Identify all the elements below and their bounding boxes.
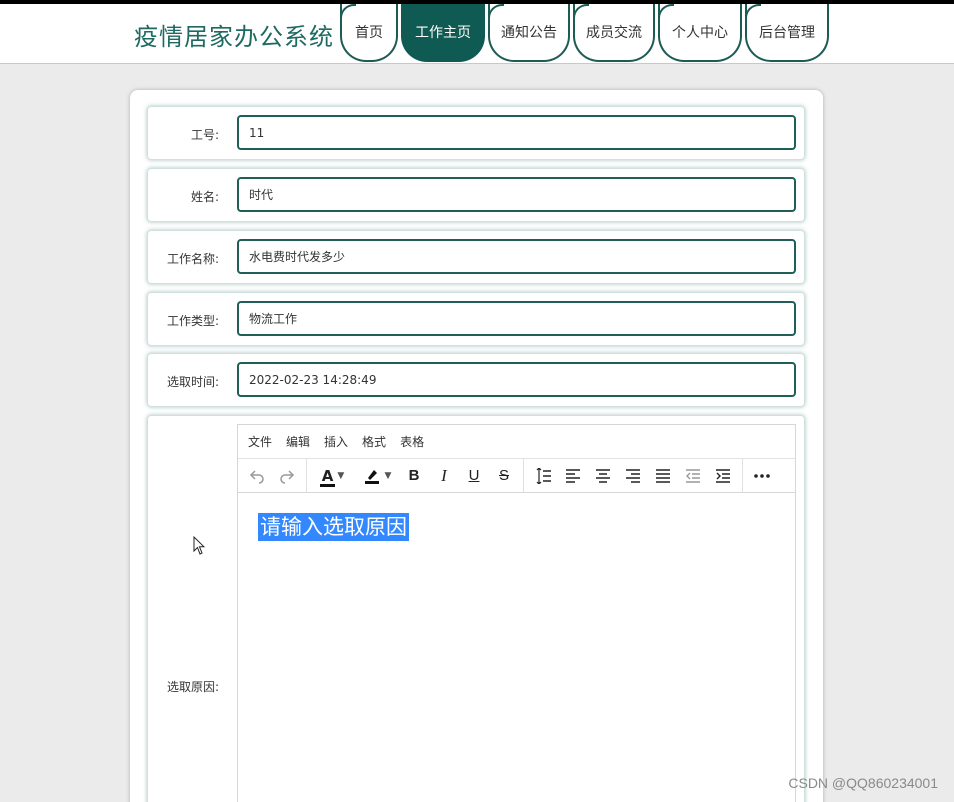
menu-table[interactable]: 表格	[400, 433, 424, 450]
nav-tab-home[interactable]: 首页	[340, 4, 398, 62]
job-type-input[interactable]: 物流工作	[237, 301, 796, 336]
watermark: CSDN @QQ860234001	[788, 775, 938, 791]
reason-label: 选取原因:	[166, 680, 219, 694]
undo-icon[interactable]	[242, 462, 272, 490]
nav-tab-label: 后台管理	[759, 25, 815, 41]
form-row-select-time: 选取时间: 2022-02-23 14:28:49	[147, 353, 805, 407]
nav-tab-label: 通知公告	[501, 25, 557, 41]
nav-tab-notices[interactable]: 通知公告	[488, 4, 570, 62]
job-id-label: 工号:	[190, 128, 219, 142]
chevron-down-icon: ▼	[384, 470, 392, 481]
name-value: 时代	[249, 188, 274, 202]
menu-format[interactable]: 格式	[362, 433, 386, 450]
nav-tab-profile[interactable]: 个人中心	[658, 4, 742, 62]
job-id-value: 11	[249, 125, 265, 140]
indent-icon[interactable]	[708, 462, 738, 490]
job-type-label: 工作类型:	[166, 314, 219, 328]
reason-placeholder-text: 请输入选取原因	[258, 513, 409, 541]
form-row-name: 姓名: 时代	[147, 168, 805, 222]
align-left-icon[interactable]	[558, 462, 588, 490]
select-time-value: 2022-02-23 14:28:49	[249, 372, 377, 387]
editor-content-area[interactable]: 请输入选取原因	[238, 493, 795, 561]
job-name-label: 工作名称:	[166, 252, 219, 266]
bold-icon[interactable]: B	[399, 462, 429, 490]
job-id-input[interactable]: 11	[237, 115, 796, 150]
align-center-icon[interactable]	[588, 462, 618, 490]
nav-tab-label: 个人中心	[672, 25, 728, 41]
line-height-icon[interactable]	[528, 462, 558, 490]
editor-menubar: 文件 编辑 插入 格式 表格	[238, 425, 795, 459]
chevron-down-icon: ▼	[337, 470, 345, 481]
nav-tab-label: 成员交流	[586, 25, 642, 41]
form-row-reason: 选取原因: 文件 编辑 插入 格式 表格 A ▼ ▼ B I U S 请输入选取…	[147, 415, 805, 802]
form-row-job-id: 工号: 11	[147, 106, 805, 160]
rich-text-editor: 文件 编辑 插入 格式 表格 A ▼ ▼ B I U S 请输入选取原因	[237, 424, 796, 802]
redo-icon[interactable]	[272, 462, 302, 490]
select-time-label: 选取时间:	[166, 375, 219, 389]
menu-insert[interactable]: 插入	[324, 433, 348, 450]
menu-edit[interactable]: 编辑	[286, 433, 310, 450]
select-time-input[interactable]: 2022-02-23 14:28:49	[237, 362, 796, 397]
nav-tab-admin[interactable]: 后台管理	[745, 4, 829, 62]
job-type-value: 物流工作	[249, 312, 298, 326]
form-row-job-type: 工作类型: 物流工作	[147, 292, 805, 346]
strikethrough-icon[interactable]: S	[489, 462, 519, 490]
more-icon[interactable]	[747, 462, 777, 490]
nav-tab-label: 首页	[355, 25, 383, 41]
text-color-icon[interactable]: A ▼	[311, 462, 355, 490]
job-name-value: 水电费时代发多少	[249, 250, 346, 264]
nav-tab-member-chat[interactable]: 成员交流	[573, 4, 655, 62]
name-label: 姓名:	[190, 190, 219, 204]
align-right-icon[interactable]	[618, 462, 648, 490]
italic-icon[interactable]: I	[429, 462, 459, 490]
justify-icon[interactable]	[648, 462, 678, 490]
underline-icon[interactable]: U	[459, 462, 489, 490]
editor-toolbar: A ▼ ▼ B I U S	[238, 458, 795, 493]
name-input[interactable]: 时代	[237, 177, 796, 212]
site-header: 疫情居家办公系统 首页 工作主页 通知公告 成员交流 个人中心 后台管理	[0, 4, 954, 64]
highlight-icon[interactable]: ▼	[355, 462, 399, 490]
menu-file[interactable]: 文件	[248, 433, 272, 450]
job-name-input[interactable]: 水电费时代发多少	[237, 239, 796, 274]
nav-tab-label: 工作主页	[415, 25, 471, 41]
site-title: 疫情居家办公系统	[134, 23, 334, 51]
nav-tab-work-home[interactable]: 工作主页	[401, 4, 485, 62]
form-row-job-name: 工作名称: 水电费时代发多少	[147, 230, 805, 284]
outdent-icon[interactable]	[678, 462, 708, 490]
